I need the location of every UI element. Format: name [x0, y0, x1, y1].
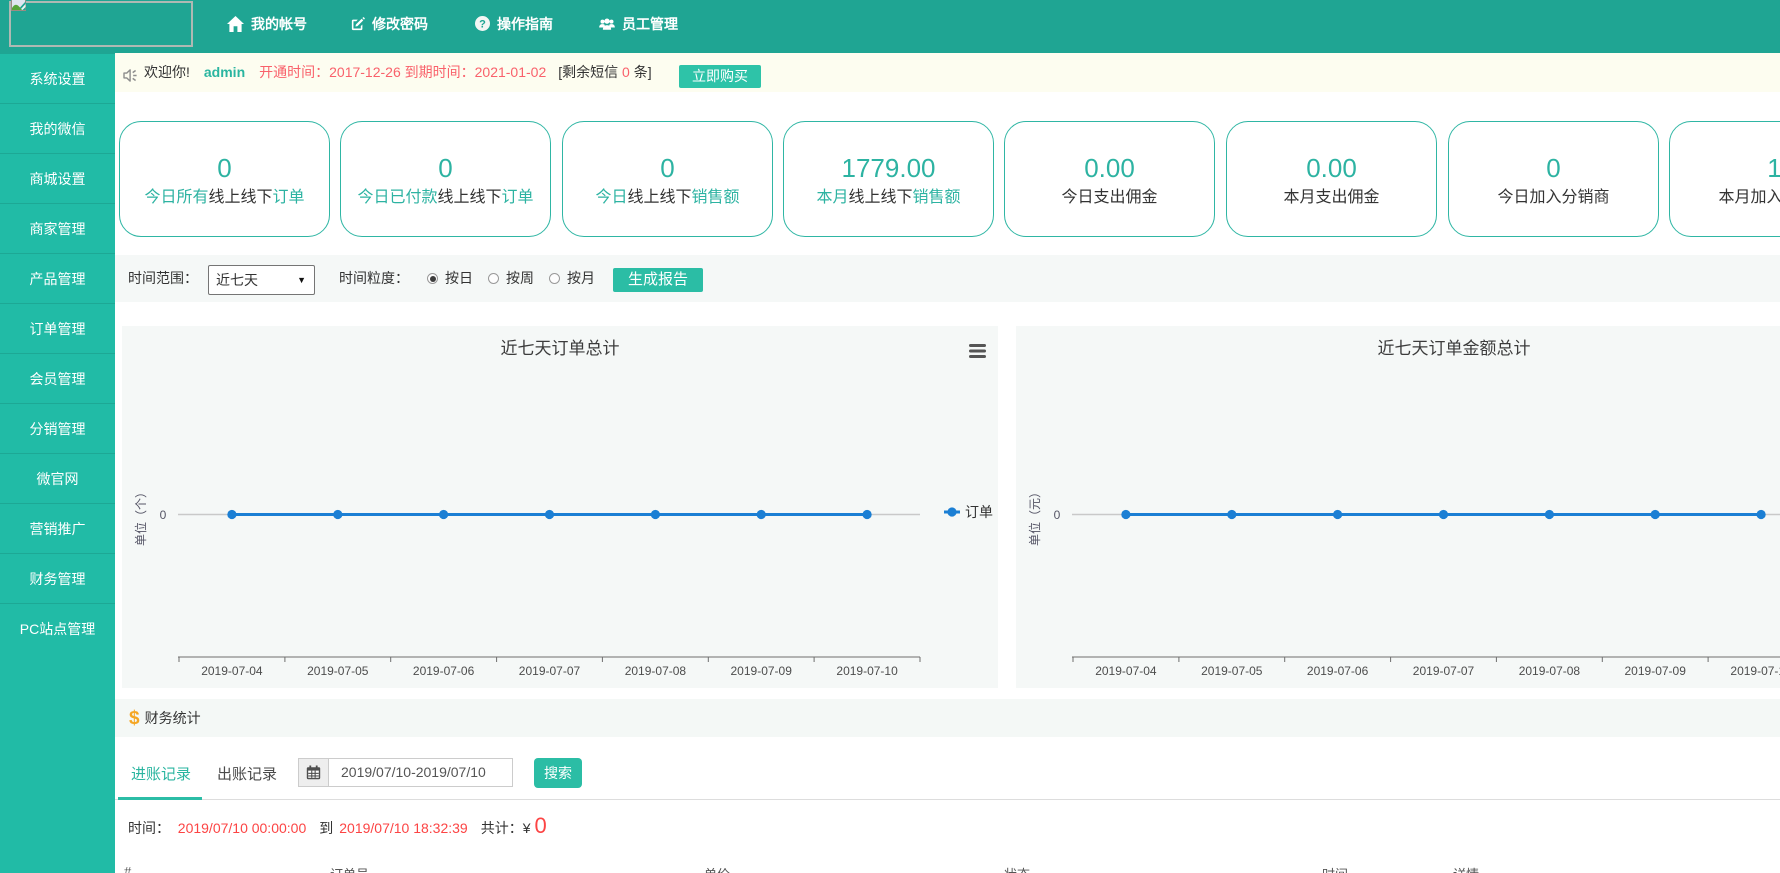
svg-text:0: 0 [160, 508, 167, 522]
svg-text:2019-07-04: 2019-07-04 [201, 664, 263, 678]
svg-text:2019-07-08: 2019-07-08 [1519, 664, 1581, 678]
svg-text:2019-07-10: 2019-07-10 [836, 664, 898, 678]
svg-text:近七天订单金额总计: 近七天订单金额总计 [1378, 339, 1531, 358]
svg-text:2019-07-05: 2019-07-05 [1201, 664, 1263, 678]
svg-text:订单: 订单 [965, 504, 993, 520]
svg-text:2019-07-05: 2019-07-05 [307, 664, 369, 678]
svg-text:2019-07-04: 2019-07-04 [1095, 664, 1157, 678]
svg-text:2019-07-06: 2019-07-06 [1307, 664, 1369, 678]
svg-text:单位（元）: 单位（元） [1027, 486, 1042, 546]
svg-text:2019-07-08: 2019-07-08 [625, 664, 687, 678]
svg-text:0: 0 [1054, 508, 1061, 522]
svg-text:近七天订单总计: 近七天订单总计 [501, 339, 620, 358]
svg-text:2019-07-06: 2019-07-06 [413, 664, 475, 678]
svg-text:2019-07-07: 2019-07-07 [519, 664, 581, 678]
svg-text:?: ? [479, 19, 486, 31]
svg-text:单位（个）: 单位（个） [133, 486, 148, 546]
svg-text:2019-07-07: 2019-07-07 [1413, 664, 1475, 678]
svg-text:2019-07-09: 2019-07-09 [731, 664, 793, 678]
svg-text:2019-07-09: 2019-07-09 [1625, 664, 1687, 678]
svg-text:2019-07-10: 2019-07-10 [1730, 664, 1780, 678]
